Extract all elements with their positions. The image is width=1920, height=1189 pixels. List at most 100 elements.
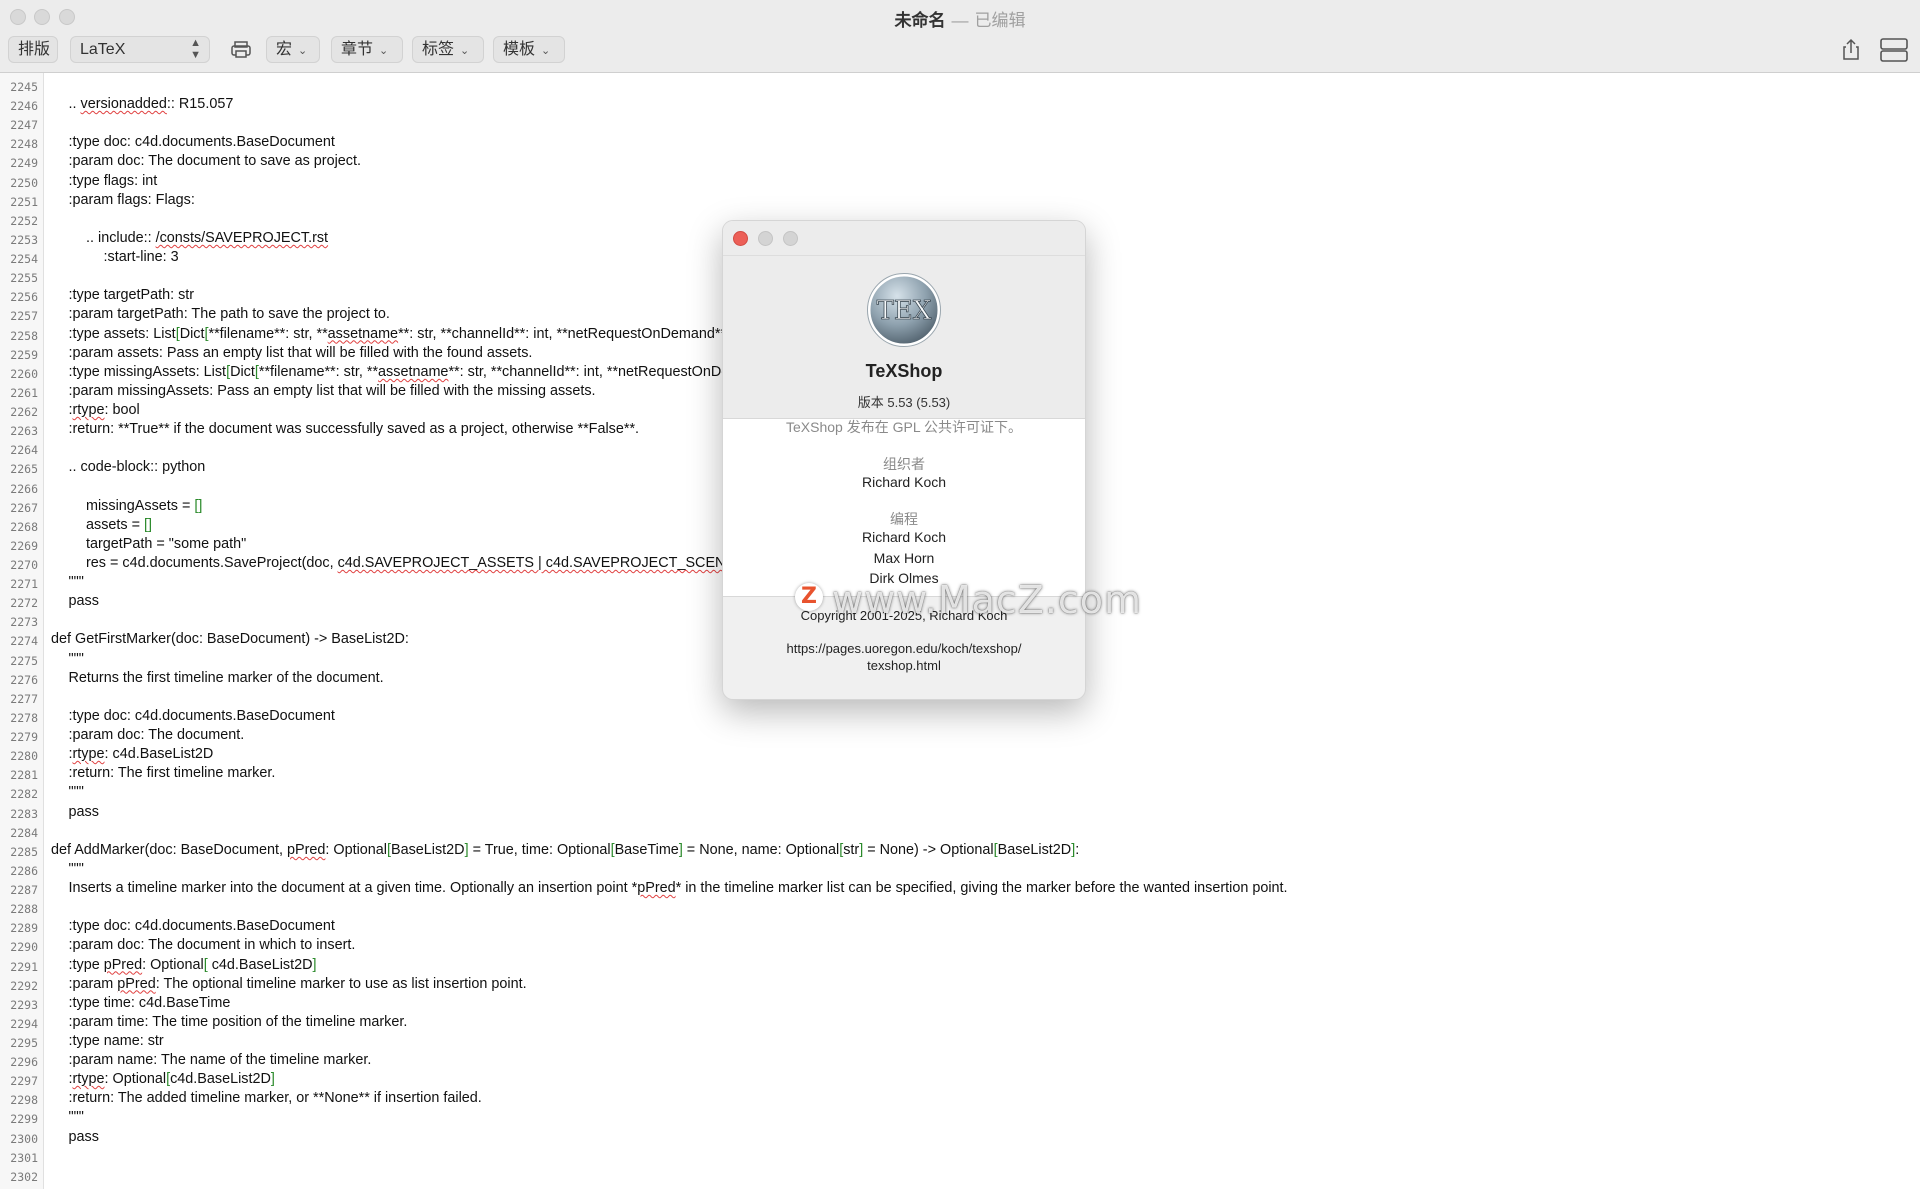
split-view-button[interactable] bbox=[1876, 36, 1912, 63]
line-number: 2253 bbox=[10, 232, 38, 247]
code-token: Dict bbox=[230, 363, 255, 380]
code-line[interactable]: pass bbox=[69, 1128, 99, 1147]
code-line[interactable]: :return: **True** if the document was su… bbox=[69, 420, 640, 439]
code-line[interactable]: :type flags: int bbox=[69, 172, 158, 191]
line-number: 2275 bbox=[10, 653, 38, 668]
code-token: """ bbox=[68, 1109, 84, 1126]
code-line[interactable]: :param doc: The document to save as proj… bbox=[69, 152, 362, 171]
code-line[interactable]: :type pPred: Optional[ c4d.BaseList2D] bbox=[69, 956, 317, 975]
code-line[interactable]: :return: The first timeline marker. bbox=[69, 764, 276, 783]
code-token: : Optional bbox=[325, 841, 387, 858]
typeset-button[interactable]: 排版 bbox=[8, 36, 58, 63]
code-line[interactable]: :rtype: Optional[c4d.BaseList2D] bbox=[69, 1070, 275, 1089]
code-token: :: R15.057 bbox=[166, 96, 234, 113]
code-line[interactable]: """ bbox=[69, 573, 84, 592]
line-number: 2299 bbox=[10, 1112, 38, 1127]
updown-chevron-icon: ▲ ▼ bbox=[190, 37, 201, 61]
code-line[interactable]: :rtype: c4d.BaseList2D bbox=[69, 745, 214, 764]
code-line[interactable]: def AddMarker(doc: BaseDocument, pPred: … bbox=[51, 841, 1079, 860]
macros-menu[interactable]: 宏 ⌄ bbox=[266, 36, 320, 63]
code-token: : bool bbox=[104, 402, 140, 419]
code-line[interactable]: :rtype: bool bbox=[69, 401, 140, 420]
code-line[interactable]: :type time: c4d.BaseTime bbox=[69, 994, 231, 1013]
code-token: assets = bbox=[86, 516, 144, 533]
code-token: BaseTime bbox=[614, 841, 679, 858]
code-token: Inserts a timeline marker into the docum… bbox=[68, 880, 638, 897]
typeset-label: 排版 bbox=[18, 41, 51, 58]
misspelled-token: assetname bbox=[378, 363, 449, 380]
code-token: missingAssets = bbox=[86, 497, 195, 514]
code-line[interactable]: :param targetPath: The path to save the … bbox=[69, 305, 390, 324]
close-dialog-button[interactable] bbox=[733, 231, 748, 246]
website-link-line1[interactable]: https://pages.uoregon.edu/koch/texshop/ bbox=[723, 641, 1085, 656]
code-line[interactable]: :param doc: The document. bbox=[69, 726, 245, 745]
credits-scroll-area[interactable]: TeXShop 发布在 GPL 公共许可证下。 组织者 Richard Koch… bbox=[723, 418, 1085, 597]
line-number: 2271 bbox=[10, 577, 38, 592]
line-number: 2282 bbox=[10, 787, 38, 802]
line-number: 2277 bbox=[10, 691, 38, 706]
line-number: 2246 bbox=[10, 99, 38, 114]
code-line[interactable]: :return: The added timeline marker, or *… bbox=[69, 1089, 482, 1108]
code-line[interactable]: :param name: The name of the timeline ma… bbox=[69, 1051, 372, 1070]
code-line[interactable]: :param missingAssets: Pass an empty list… bbox=[69, 382, 596, 401]
code-token: .. code-block:: python bbox=[68, 459, 206, 476]
code-token: BaseList2D bbox=[997, 841, 1072, 858]
code-line[interactable]: Returns the first timeline marker of the… bbox=[69, 669, 384, 688]
code-line[interactable]: :type doc: c4d.documents.BaseDocument bbox=[69, 133, 335, 152]
code-line[interactable]: :type targetPath: str bbox=[69, 286, 195, 305]
zoom-dialog-button bbox=[783, 231, 798, 246]
code-token: """ bbox=[68, 860, 84, 877]
code-line[interactable]: """ bbox=[69, 860, 84, 879]
code-token: """ bbox=[68, 574, 84, 591]
code-line[interactable]: Inserts a timeline marker into the docum… bbox=[69, 879, 1288, 898]
code-line[interactable]: pass bbox=[69, 592, 99, 611]
line-number: 2291 bbox=[10, 959, 38, 974]
chapters-menu[interactable]: 章节 ⌄ bbox=[331, 36, 403, 63]
code-token: c4d.BaseList2D bbox=[170, 1071, 271, 1088]
code-token: **filename**: str, ** bbox=[208, 325, 328, 342]
line-number: 2264 bbox=[10, 443, 38, 458]
line-number: 2293 bbox=[10, 997, 38, 1012]
line-number-gutter: 2245 2246 2247 2248 2249 2250 2251 2252 2253 2254… bbox=[0, 73, 44, 1189]
code-line[interactable]: :param time: The time position of the ti… bbox=[69, 1013, 408, 1032]
code-line[interactable]: .. code-block:: python bbox=[69, 458, 206, 477]
code-line[interactable]: :type missingAssets: List[Dict[**filenam… bbox=[69, 363, 820, 382]
code-line[interactable]: :param assets: Pass an empty list that w… bbox=[69, 344, 533, 363]
bracket-token: ] bbox=[312, 956, 317, 973]
line-number: 2266 bbox=[10, 481, 38, 496]
code-line[interactable]: .. versionadded:: R15.057 bbox=[69, 95, 234, 114]
code-line[interactable]: :start-line: 3 bbox=[104, 248, 179, 267]
code-line[interactable]: :type doc: c4d.documents.BaseDocument bbox=[69, 707, 335, 726]
website-link-line2[interactable]: texshop.html bbox=[723, 658, 1085, 673]
code-line[interactable]: :param flags: Flags: bbox=[69, 191, 195, 210]
line-number: 2256 bbox=[10, 290, 38, 305]
line-number: 2258 bbox=[10, 328, 38, 343]
code-line[interactable]: .. include:: /consts/SAVEPROJECT.rst bbox=[86, 229, 328, 248]
line-number: 2259 bbox=[10, 347, 38, 362]
print-button[interactable] bbox=[224, 36, 258, 63]
share-button[interactable] bbox=[1834, 36, 1868, 63]
code-line[interactable]: :type doc: c4d.documents.BaseDocument bbox=[69, 917, 335, 936]
code-line[interactable]: :param doc: The document in which to ins… bbox=[69, 936, 356, 955]
code-line[interactable]: """ bbox=[69, 783, 84, 802]
code-line[interactable]: def GetFirstMarker(doc: BaseDocument) ->… bbox=[51, 630, 409, 649]
code-line[interactable]: :param pPred: The optional timeline mark… bbox=[69, 975, 527, 994]
code-line[interactable]: assets = [] bbox=[86, 516, 152, 535]
code-line[interactable]: :type name: str bbox=[69, 1032, 164, 1051]
engine-select[interactable]: LaTeX ▲ ▼ bbox=[70, 36, 210, 63]
line-number: 2296 bbox=[10, 1055, 38, 1070]
templates-menu[interactable]: 模板 ⌄ bbox=[493, 36, 565, 63]
organizer-label: 组织者 bbox=[883, 456, 925, 472]
tags-menu[interactable]: 标签 ⌄ bbox=[412, 36, 484, 63]
code-token: Dict bbox=[179, 325, 205, 342]
code-token: :param doc: The document to save as proj… bbox=[68, 153, 362, 170]
line-number: 2286 bbox=[10, 863, 38, 878]
line-number: 2269 bbox=[10, 538, 38, 553]
code-line[interactable]: """ bbox=[69, 1108, 84, 1127]
code-line[interactable]: :type assets: List[Dict[**filename**: st… bbox=[69, 325, 770, 344]
line-number: 2276 bbox=[10, 672, 38, 687]
code-line[interactable]: """ bbox=[69, 650, 84, 669]
code-line[interactable]: pass bbox=[69, 803, 99, 822]
code-line[interactable]: missingAssets = [] bbox=[86, 497, 202, 516]
code-line[interactable]: targetPath = "some path" bbox=[86, 535, 246, 554]
